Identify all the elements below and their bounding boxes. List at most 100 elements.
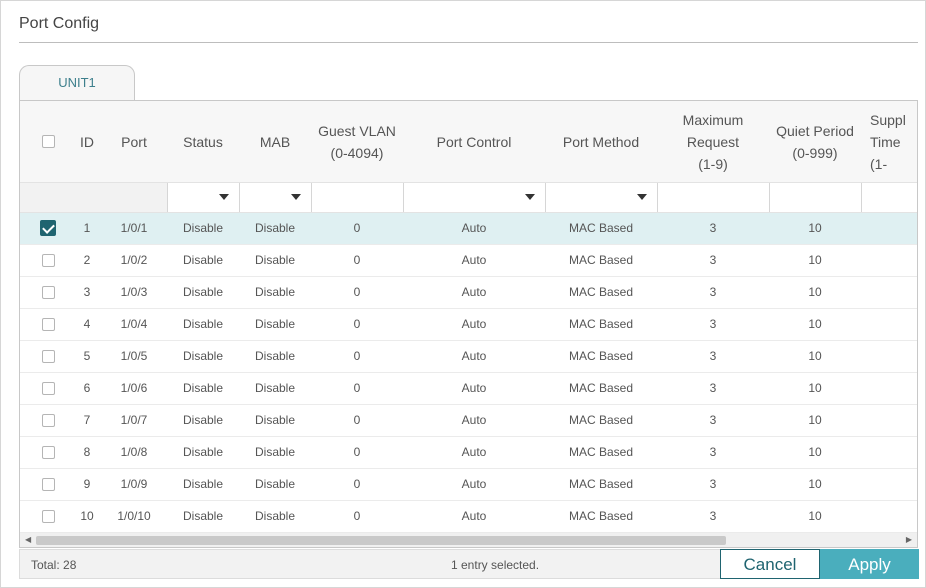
header-status[interactable]: Status bbox=[167, 101, 239, 182]
header-quiet-period[interactable]: Quiet Period (0-999) bbox=[769, 101, 861, 182]
row-checkbox[interactable] bbox=[42, 478, 55, 491]
cell-guest-vlan: 0 bbox=[353, 349, 361, 363]
row-checkbox[interactable] bbox=[42, 446, 55, 459]
guest-vlan-filter-input[interactable] bbox=[311, 183, 403, 212]
cell-status: Disable bbox=[182, 221, 224, 235]
cell-mab: Disable bbox=[254, 285, 296, 299]
header-mab[interactable]: MAB bbox=[239, 101, 311, 182]
header-max-request[interactable]: Maximum Request (1-9) bbox=[657, 101, 769, 182]
supplicant-timeout-filter-input[interactable] bbox=[861, 183, 917, 212]
cell-max-request: 3 bbox=[709, 413, 717, 427]
cell-port-method: MAC Based bbox=[568, 413, 634, 427]
table-row[interactable]: 6 1/0/6 Disable Disable 0 Auto MAC Based 3 10 3 bbox=[20, 373, 917, 405]
table-row[interactable]: 8 1/0/8 Disable Disable 0 Auto MAC Based 3 10 3 bbox=[20, 437, 917, 469]
title-divider bbox=[19, 42, 918, 43]
cell-port-control: Auto bbox=[461, 349, 487, 363]
table-row[interactable]: 4 1/0/4 Disable Disable 0 Auto MAC Based 3 10 3 bbox=[20, 309, 917, 341]
select-all-checkbox[interactable] bbox=[41, 135, 55, 148]
header-port[interactable]: Port bbox=[112, 101, 156, 182]
total-count: Total: 28 bbox=[31, 558, 77, 572]
cell-id: 7 bbox=[83, 413, 91, 427]
cell-max-request: 3 bbox=[709, 285, 717, 299]
cell-port-control: Auto bbox=[461, 221, 487, 235]
cell-status: Disable bbox=[182, 477, 224, 491]
cell-guest-vlan: 0 bbox=[353, 381, 361, 395]
scroll-right-icon[interactable]: ▶ bbox=[906, 535, 912, 545]
header-port-method[interactable]: Port Method bbox=[545, 101, 657, 182]
cell-id: 8 bbox=[83, 445, 91, 459]
row-checkbox[interactable] bbox=[42, 286, 55, 299]
cell-id: 2 bbox=[83, 253, 91, 267]
cell-quiet-period: 10 bbox=[808, 349, 822, 363]
table-row[interactable]: 5 1/0/5 Disable Disable 0 Auto MAC Based 3 10 3 bbox=[20, 341, 917, 373]
cell-id: 3 bbox=[83, 285, 91, 299]
cell-guest-vlan: 0 bbox=[353, 477, 361, 491]
port-config-panel: Port Config UNIT1 ID Port Status MAB Gue… bbox=[0, 0, 926, 588]
table-body: 1 1/0/1 Disable Disable 0 Auto MAC Based 3 10 3 2 1… bbox=[20, 213, 917, 533]
cell-supplicant-timeout: 3 bbox=[910, 405, 918, 436]
cell-supplicant-timeout: 3 bbox=[910, 501, 918, 532]
cell-max-request: 3 bbox=[709, 509, 717, 523]
table-row[interactable]: 9 1/0/9 Disable Disable 0 Auto MAC Based 3 10 3 bbox=[20, 469, 917, 501]
cell-supplicant-timeout: 3 bbox=[910, 437, 918, 468]
cell-mab: Disable bbox=[254, 253, 296, 267]
table-row[interactable]: 1 1/0/1 Disable Disable 0 Auto MAC Based 3 10 3 bbox=[20, 213, 917, 245]
selection-status: 1 entry selected. bbox=[451, 558, 540, 572]
header-guest-vlan[interactable]: Guest VLAN (0-4094) bbox=[311, 101, 403, 182]
cell-port: 1/0/5 bbox=[120, 349, 148, 363]
cell-supplicant-timeout: 3 bbox=[910, 309, 918, 340]
cell-port: 1/0/10 bbox=[117, 509, 151, 523]
cell-port: 1/0/1 bbox=[120, 221, 148, 235]
table-row[interactable]: 10 1/0/10 Disable Disable 0 Auto MAC Based 3 10 3 bbox=[20, 501, 917, 533]
cell-supplicant-timeout: 3 bbox=[910, 245, 918, 276]
apply-button[interactable]: Apply bbox=[820, 549, 919, 579]
mab-filter-select[interactable] bbox=[239, 183, 311, 212]
cell-guest-vlan: 0 bbox=[353, 509, 361, 523]
header-id[interactable]: ID bbox=[70, 101, 104, 182]
cell-quiet-period: 10 bbox=[808, 253, 822, 267]
cell-port-method: MAC Based bbox=[568, 253, 634, 267]
row-checkbox[interactable] bbox=[42, 318, 55, 331]
table-row[interactable]: 2 1/0/2 Disable Disable 0 Auto MAC Based 3 10 3 bbox=[20, 245, 917, 277]
cell-mab: Disable bbox=[254, 477, 296, 491]
cell-max-request: 3 bbox=[709, 253, 717, 267]
row-checkbox[interactable] bbox=[42, 254, 55, 267]
tab-unit1[interactable]: UNIT1 bbox=[19, 65, 135, 100]
cell-port-control: Auto bbox=[461, 381, 487, 395]
header-port-control[interactable]: Port Control bbox=[403, 101, 545, 182]
row-checkbox[interactable] bbox=[42, 414, 55, 427]
cell-max-request: 3 bbox=[709, 381, 717, 395]
horizontal-scrollbar[interactable]: ◀ ▶ bbox=[20, 533, 917, 547]
cell-id: 4 bbox=[83, 317, 91, 331]
header-supplicant-timeout[interactable]: Suppl Time (1- bbox=[870, 101, 917, 182]
cell-port: 1/0/3 bbox=[120, 285, 148, 299]
cell-id: 6 bbox=[83, 381, 91, 395]
filter-row bbox=[20, 182, 917, 213]
row-checkbox[interactable] bbox=[40, 220, 56, 236]
row-checkbox[interactable] bbox=[42, 510, 55, 523]
cell-port: 1/0/6 bbox=[120, 381, 148, 395]
select-all-cell[interactable] bbox=[38, 101, 58, 182]
cell-id: 1 bbox=[83, 221, 91, 235]
cell-port-method: MAC Based bbox=[568, 445, 634, 459]
max-request-filter-input[interactable] bbox=[657, 183, 769, 212]
cell-guest-vlan: 0 bbox=[353, 253, 361, 267]
status-filter-select[interactable] bbox=[167, 183, 239, 212]
cell-port-method: MAC Based bbox=[568, 381, 634, 395]
scrollbar-thumb[interactable] bbox=[36, 536, 726, 545]
table-row[interactable]: 7 1/0/7 Disable Disable 0 Auto MAC Based 3 10 3 bbox=[20, 405, 917, 437]
cell-max-request: 3 bbox=[709, 317, 717, 331]
scroll-left-icon[interactable]: ◀ bbox=[25, 535, 31, 545]
cell-guest-vlan: 0 bbox=[353, 285, 361, 299]
row-checkbox[interactable] bbox=[42, 382, 55, 395]
chevron-down-icon bbox=[637, 194, 647, 200]
cell-supplicant-timeout: 3 bbox=[910, 277, 918, 308]
cell-guest-vlan: 0 bbox=[353, 413, 361, 427]
table-row[interactable]: 3 1/0/3 Disable Disable 0 Auto MAC Based 3 10 3 bbox=[20, 277, 917, 309]
quiet-period-filter-input[interactable] bbox=[769, 183, 861, 212]
port-method-filter-select[interactable] bbox=[545, 183, 657, 212]
cell-guest-vlan: 0 bbox=[353, 445, 361, 459]
cancel-button[interactable]: Cancel bbox=[720, 549, 820, 579]
port-control-filter-select[interactable] bbox=[403, 183, 545, 212]
row-checkbox[interactable] bbox=[42, 350, 55, 363]
